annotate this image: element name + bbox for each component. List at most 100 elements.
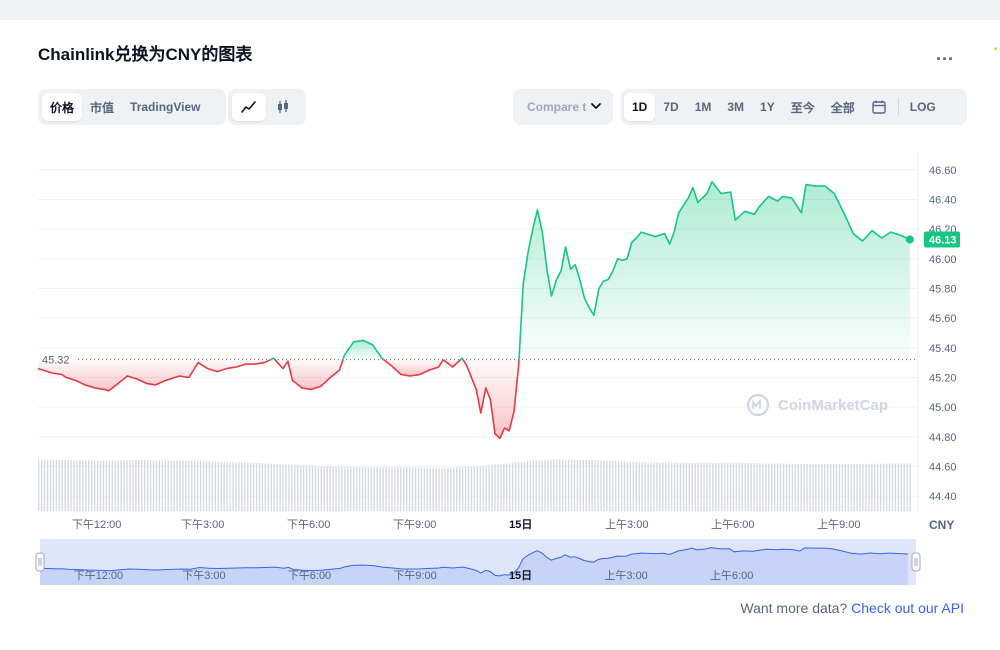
volume-bar: [826, 463, 829, 511]
volume-bar: [506, 463, 508, 511]
volume-bar: [715, 462, 717, 511]
line-chart-icon[interactable]: [232, 93, 266, 121]
x-axis: 下午12:00 下午3:00 下午6:00 下午9:00 15日 上午3:00 上午6:00…: [72, 518, 861, 531]
y-tick-label: 45.60: [929, 313, 957, 325]
y-tick-label: 44.80: [929, 432, 957, 444]
volume-bar: [673, 462, 676, 511]
volume-bar: [656, 462, 658, 511]
volume-bar: [85, 460, 87, 511]
volume-bar: [720, 462, 723, 511]
more-options-icon[interactable]: ...: [936, 44, 954, 65]
volume-bar: [88, 460, 90, 511]
volume-bar: [179, 460, 181, 511]
volume-bar: [138, 460, 140, 511]
range-1m[interactable]: 1M: [687, 93, 720, 121]
range-7d[interactable]: 7D: [655, 93, 686, 121]
volume-bar: [370, 467, 373, 511]
api-link[interactable]: Check out our API: [851, 600, 964, 616]
range-3m[interactable]: 3M: [719, 93, 752, 121]
y-tick-label: 45.80: [929, 283, 957, 295]
volume-bar: [641, 462, 643, 511]
volume-bar: [829, 463, 832, 511]
candlestick-icon[interactable]: [266, 93, 300, 121]
volume-bar: [355, 466, 358, 511]
range-1d[interactable]: 1D: [624, 93, 656, 121]
volume-bar: [282, 464, 284, 511]
volume-bar: [556, 459, 558, 511]
volume-bar: [894, 463, 897, 511]
volume-bar: [741, 462, 744, 511]
volume-bar: [682, 462, 685, 511]
volume-bar: [64, 460, 66, 511]
calendar-icon[interactable]: [863, 93, 895, 121]
price-chart[interactable]: 45.32 46.6046.4046.2046.0045.8045.6045.4…: [0, 130, 1000, 600]
volume-bar: [176, 460, 178, 511]
y-axis: 46.6046.4046.2046.0045.8045.6045.4045.20…: [924, 165, 960, 503]
navigator[interactable]: 下午12:00 下午3:00 下午6:00 下午9:00 15日 上午3:00 上午6:00: [35, 539, 921, 585]
compare-dropdown[interactable]: Compare t: [513, 89, 613, 125]
watermark: CoinMarketCap: [746, 393, 888, 417]
volume-bar: [759, 463, 761, 511]
volume-bar: [261, 463, 264, 511]
volume-bar: [482, 465, 484, 511]
volume-bar: [479, 466, 481, 511]
volume-bar: [838, 463, 841, 511]
volume-bar: [853, 463, 855, 511]
volume-bar: [803, 463, 805, 511]
range-1y[interactable]: 1Y: [752, 93, 783, 121]
x-tick-label: 下午6:00: [287, 518, 330, 531]
chart-type-toggle: [228, 89, 306, 125]
navigator-tick-label: 下午12:00: [74, 569, 124, 582]
volume-bar: [223, 461, 225, 511]
volume-bar: [653, 462, 655, 511]
volume-bar: [665, 462, 667, 511]
volume-bar: [453, 467, 455, 511]
volume-bar: [794, 463, 796, 511]
tab-tradingview[interactable]: TradingView: [122, 93, 208, 121]
volume-bar: [747, 462, 749, 511]
range-all[interactable]: 全部: [823, 93, 863, 121]
volume-bar: [862, 463, 864, 511]
tab-price[interactable]: 价格: [42, 93, 83, 121]
footer: Want more data? Check out our API: [740, 600, 964, 616]
volume-bar: [329, 466, 331, 511]
volume-bar: [347, 466, 349, 511]
volume-bar: [564, 459, 567, 511]
volume-bar: [676, 462, 679, 511]
volume-bar: [594, 460, 596, 511]
volume-bar: [809, 463, 811, 511]
volume-bar: [535, 460, 537, 511]
volume-bar: [297, 465, 299, 511]
navigator-handle-left[interactable]: [35, 552, 45, 572]
volume-bar: [40, 459, 43, 511]
navigator-handle-right[interactable]: [911, 552, 921, 572]
volume-bar: [526, 461, 529, 511]
volume-bar: [723, 462, 726, 511]
volume-bar: [635, 462, 638, 511]
range-ytd[interactable]: 至今: [783, 93, 823, 121]
navigator-tick-label: 上午6:00: [710, 569, 753, 582]
volume-bar: [149, 460, 152, 511]
volume-bar: [494, 464, 496, 511]
x-tick-label: 上午6:00: [711, 518, 754, 531]
volume-bar: [806, 463, 808, 511]
top-band: [0, 0, 1000, 20]
volume-bar: [765, 463, 767, 511]
volume-bar: [685, 462, 688, 511]
volume-bar: [335, 466, 337, 511]
tab-market-cap[interactable]: 市值: [82, 93, 122, 121]
y-tick-label: 45.40: [929, 343, 957, 355]
range-log[interactable]: LOG: [902, 93, 944, 121]
volume-bar: [644, 462, 646, 511]
volume-bar: [623, 461, 626, 511]
volume-bar: [800, 463, 802, 511]
volume-bar: [520, 461, 523, 511]
navigator-tick-label: 上午3:00: [604, 569, 647, 582]
volume-bar: [373, 467, 376, 511]
volume-bar: [712, 462, 714, 511]
volume-bar: [129, 460, 131, 511]
volume-bar: [538, 460, 540, 511]
volume-bar: [126, 460, 128, 511]
volume-bar: [258, 462, 261, 511]
volume-bar: [694, 462, 696, 511]
